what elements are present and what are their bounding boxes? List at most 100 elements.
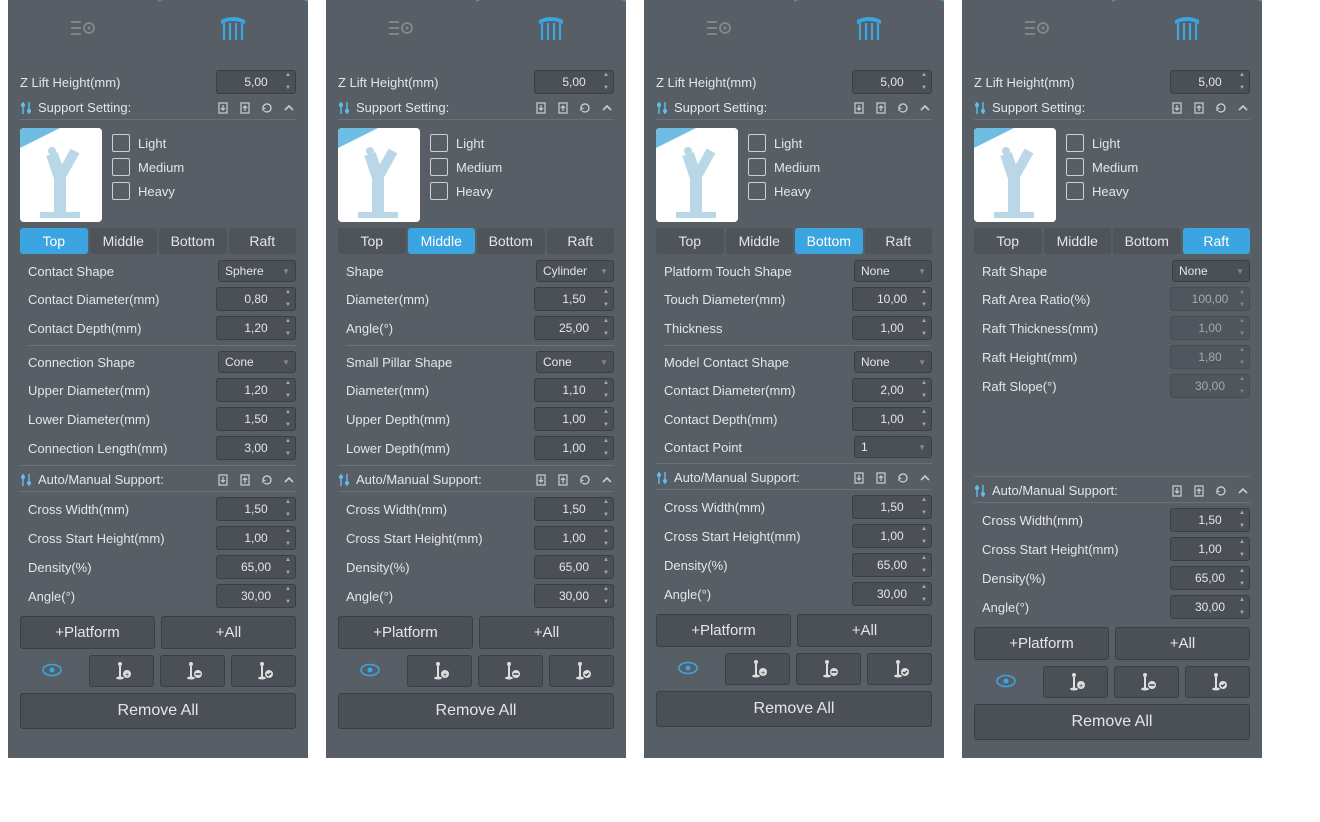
add-all-button[interactable]: +All	[797, 614, 932, 647]
settings-tab-icon[interactable]	[8, 0, 158, 56]
remove-all-button[interactable]: Remove All	[974, 704, 1250, 740]
tab-bottom[interactable]: Bottom	[159, 228, 227, 254]
number-spinner[interactable]: ▲▼	[852, 582, 932, 606]
refresh-icon[interactable]	[260, 101, 274, 115]
number-spinner[interactable]: ▲▼	[1170, 70, 1250, 94]
settings-tab-icon[interactable]	[326, 0, 476, 56]
export-icon[interactable]	[238, 101, 252, 115]
tab-top[interactable]: Top	[656, 228, 724, 254]
collapse-icon[interactable]	[1236, 484, 1250, 498]
add-platform-button[interactable]: +Platform	[20, 616, 155, 649]
add-platform-button[interactable]: +Platform	[974, 627, 1109, 660]
remove-support-tool[interactable]	[478, 655, 543, 687]
tab-bottom[interactable]: Bottom	[795, 228, 863, 254]
collapse-icon[interactable]	[918, 471, 932, 485]
export-icon[interactable]	[556, 101, 570, 115]
add-all-button[interactable]: +All	[161, 616, 296, 649]
add-platform-button[interactable]: +Platform	[338, 616, 473, 649]
dropdown[interactable]: None▼	[1172, 260, 1250, 282]
checkbox[interactable]	[430, 134, 448, 152]
number-spinner[interactable]: ▲▼	[534, 378, 614, 402]
number-spinner[interactable]: ▲▼	[216, 584, 296, 608]
tab-bottom[interactable]: Bottom	[1113, 228, 1181, 254]
tab-raft[interactable]: Raft	[229, 228, 297, 254]
number-spinner[interactable]: ▲▼	[534, 555, 614, 579]
number-spinner[interactable]: ▲▼	[216, 497, 296, 521]
remove-all-button[interactable]: Remove All	[338, 693, 614, 729]
tab-middle[interactable]: Middle	[90, 228, 158, 254]
visibility-toggle[interactable]	[20, 655, 83, 685]
number-spinner[interactable]: ▲▼	[852, 70, 932, 94]
checkbox[interactable]	[1066, 182, 1084, 200]
number-spinner[interactable]: ▲▼	[216, 378, 296, 402]
number-spinner[interactable]: ▲▼	[216, 436, 296, 460]
refresh-icon[interactable]	[260, 473, 274, 487]
level-light[interactable]: Light	[1066, 134, 1250, 152]
edit-support-tool[interactable]	[549, 655, 614, 687]
number-spinner[interactable]: ▲▼	[1170, 508, 1250, 532]
add-support-tool[interactable]: +	[725, 653, 790, 685]
tab-raft[interactable]: Raft	[865, 228, 933, 254]
dropdown[interactable]: None▼	[854, 260, 932, 282]
number-spinner[interactable]: ▲▼	[852, 316, 932, 340]
number-spinner[interactable]: ▲▼	[216, 70, 296, 94]
import-icon[interactable]	[852, 471, 866, 485]
collapse-icon[interactable]	[282, 473, 296, 487]
collapse-icon[interactable]	[918, 101, 932, 115]
collapse-icon[interactable]	[1236, 101, 1250, 115]
number-spinner[interactable]: ▲▼	[216, 316, 296, 340]
checkbox[interactable]	[748, 182, 766, 200]
refresh-icon[interactable]	[1214, 101, 1228, 115]
dropdown[interactable]: None▼	[854, 351, 932, 373]
import-icon[interactable]	[852, 101, 866, 115]
checkbox[interactable]	[1066, 158, 1084, 176]
refresh-icon[interactable]	[578, 101, 592, 115]
number-spinner[interactable]: ▲▼	[1170, 595, 1250, 619]
number-spinner[interactable]: ▲▼	[534, 316, 614, 340]
import-icon[interactable]	[1170, 101, 1184, 115]
checkbox[interactable]	[112, 134, 130, 152]
refresh-icon[interactable]	[896, 471, 910, 485]
number-spinner[interactable]: ▲▼	[852, 553, 932, 577]
import-icon[interactable]	[1170, 484, 1184, 498]
add-all-button[interactable]: +All	[479, 616, 614, 649]
dropdown[interactable]: 1▼	[854, 436, 932, 458]
remove-support-tool[interactable]	[1114, 666, 1179, 698]
visibility-toggle[interactable]	[338, 655, 401, 685]
checkbox[interactable]	[748, 158, 766, 176]
export-icon[interactable]	[1192, 484, 1206, 498]
number-spinner[interactable]: ▲▼	[534, 584, 614, 608]
refresh-icon[interactable]	[1214, 484, 1228, 498]
tab-raft[interactable]: Raft	[1183, 228, 1251, 254]
number-spinner[interactable]: ▲▼	[534, 287, 614, 311]
export-icon[interactable]	[556, 473, 570, 487]
number-spinner[interactable]: ▲▼	[1170, 566, 1250, 590]
settings-tab-icon[interactable]	[962, 0, 1112, 56]
remove-support-tool[interactable]	[160, 655, 225, 687]
support-tab-icon[interactable]	[1112, 0, 1262, 56]
number-spinner[interactable]: ▲▼	[534, 436, 614, 460]
level-medium[interactable]: Medium	[430, 158, 614, 176]
level-heavy[interactable]: Heavy	[748, 182, 932, 200]
collapse-icon[interactable]	[600, 101, 614, 115]
checkbox[interactable]	[748, 134, 766, 152]
remove-support-tool[interactable]	[796, 653, 861, 685]
collapse-icon[interactable]	[282, 101, 296, 115]
number-spinner[interactable]: ▲▼	[216, 555, 296, 579]
add-support-tool[interactable]: +	[1043, 666, 1108, 698]
checkbox[interactable]	[430, 158, 448, 176]
level-heavy[interactable]: Heavy	[1066, 182, 1250, 200]
number-spinner[interactable]: ▲▼	[852, 495, 932, 519]
tab-top[interactable]: Top	[338, 228, 406, 254]
checkbox[interactable]	[112, 182, 130, 200]
checkbox[interactable]	[1066, 134, 1084, 152]
edit-support-tool[interactable]	[231, 655, 296, 687]
visibility-toggle[interactable]	[974, 666, 1037, 696]
level-heavy[interactable]: Heavy	[430, 182, 614, 200]
tab-top[interactable]: Top	[974, 228, 1042, 254]
level-medium[interactable]: Medium	[748, 158, 932, 176]
number-spinner[interactable]: ▲▼	[852, 407, 932, 431]
remove-all-button[interactable]: Remove All	[656, 691, 932, 727]
add-support-tool[interactable]: +	[407, 655, 472, 687]
number-spinner[interactable]: ▲▼	[534, 497, 614, 521]
